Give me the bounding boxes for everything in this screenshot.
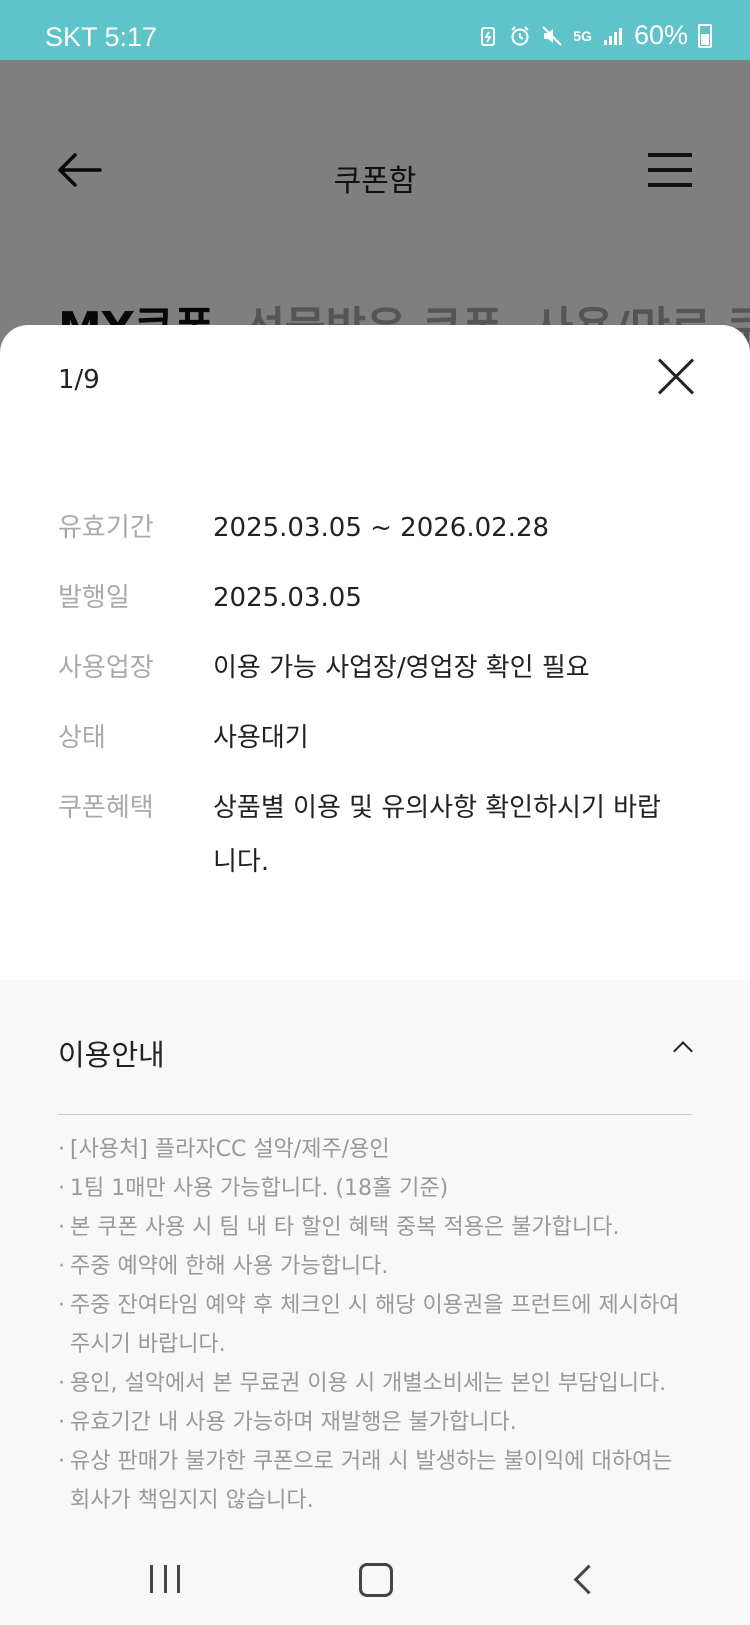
list-item: 본 쿠폰 사용 시 팀 내 타 할인 혜택 중복 적용은 불가합니다. (58, 1208, 698, 1247)
list-item: 용인, 설악에서 본 무료권 이용 시 개별소비세는 본인 부담입니다. (58, 1364, 698, 1403)
recent-apps-icon[interactable] (150, 1565, 180, 1593)
list-item: 주중 예약에 한해 사용 가능합니다. (58, 1247, 698, 1286)
detail-row-validity: 유효기간 2025.03.05 ~ 2026.02.28 (58, 508, 698, 555)
usage-guide-list: [사용처] 플라자CC 설악/제주/용인 1팀 1매만 사용 가능합니다. (1… (58, 1130, 698, 1520)
usage-guide-section: 이용안내 [사용처] 플라자CC 설악/제주/용인 1팀 1매만 사용 가능합니… (0, 980, 750, 1625)
divider (58, 1114, 692, 1115)
mute-icon (542, 25, 562, 46)
detail-label: 쿠폰혜택 (58, 793, 154, 823)
detail-value: 2025.03.05 ~ 2026.02.28 (213, 513, 550, 543)
detail-label: 사용업장 (58, 653, 154, 683)
home-icon[interactable] (359, 1563, 393, 1597)
detail-label: 발행일 (58, 583, 130, 613)
detail-row-issue-date: 발행일 2025.03.05 (58, 578, 698, 625)
network-type: 5G (573, 27, 592, 44)
list-item: [사용처] 플라자CC 설악/제주/용인 (58, 1130, 698, 1169)
detail-value: 사용대기 (213, 723, 309, 753)
battery-saver-icon (481, 26, 496, 46)
carrier-time: SKT 5:17 (45, 22, 158, 52)
signal-icon (603, 27, 622, 45)
back-icon[interactable] (573, 1564, 604, 1595)
detail-value: 2025.03.05 (213, 583, 362, 613)
usage-guide-title: 이용안내 (58, 1038, 165, 1072)
detail-value: 이용 가능 사업장/영업장 확인 필요 (213, 653, 590, 683)
alarm-icon (511, 25, 529, 45)
list-item: 1팀 1매만 사용 가능합니다. (18홀 기준) (58, 1169, 698, 1208)
navigation-bar (0, 1531, 750, 1625)
detail-label: 유효기간 (58, 513, 154, 543)
page-counter: 1/9 (58, 365, 100, 395)
chevron-up-icon[interactable] (673, 1041, 693, 1061)
detail-row-benefit: 쿠폰혜택 상품별 이용 및 유의사항 확인하시기 바랍니다. (58, 788, 698, 889)
status-bar: SKT 5:17 5G 60% (0, 0, 750, 60)
detail-label: 상태 (58, 723, 106, 753)
detail-value: 상품별 이용 및 유의사항 확인하시기 바랍니다. (213, 793, 661, 877)
detail-row-venue: 사용업장 이용 가능 사업장/영업장 확인 필요 (58, 648, 698, 695)
detail-row-status: 상태 사용대기 (58, 718, 698, 765)
list-item: 주중 잔여타임 예약 후 체크인 시 해당 이용권을 프런트에 제시하여 주시기… (58, 1286, 698, 1364)
battery-icon (698, 23, 712, 48)
coupon-detail-sheet: 1/9 유효기간 2025.03.05 ~ 2026.02.28 발행일 202… (0, 325, 750, 1625)
list-item: 유상 판매가 불가한 쿠폰으로 거래 시 발생하는 불이익에 대하여는 회사가 … (58, 1442, 698, 1520)
list-item: 유효기간 내 사용 가능하며 재발행은 불가합니다. (58, 1403, 698, 1442)
battery-percent: 60% (633, 20, 688, 50)
close-icon[interactable] (657, 358, 695, 396)
status-icons: 5G 60% (477, 20, 712, 51)
